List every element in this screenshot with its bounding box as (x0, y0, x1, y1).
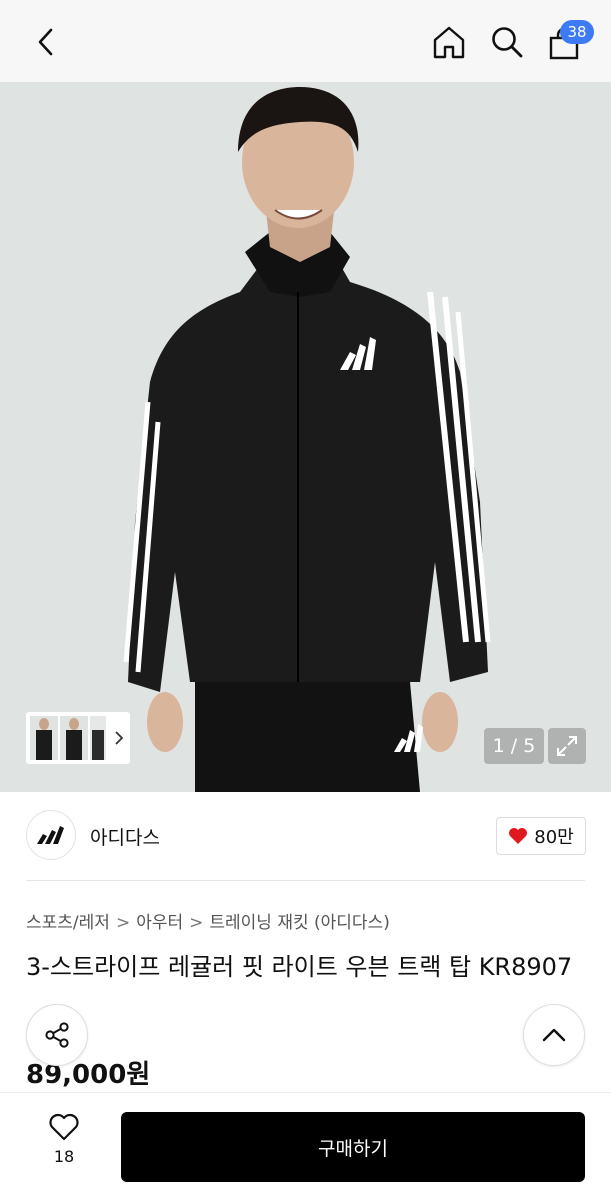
image-counter: 1 / 5 (484, 728, 544, 764)
share-button[interactable] (26, 1004, 88, 1066)
thumbnail-3[interactable] (90, 716, 106, 760)
brand-like-count: 80만 (534, 827, 574, 848)
cart-count-badge: 38 (560, 20, 594, 44)
brand-logo[interactable] (26, 810, 76, 860)
adidas-logo-icon (37, 826, 64, 844)
wish-count: 18 (53, 1147, 75, 1166)
breadcrumb-item[interactable]: 아우터 (136, 913, 183, 933)
back-button[interactable] (28, 22, 64, 62)
breadcrumb: 스포츠/레저 > 아우터 > 트레이닝 재킷 (아디다스) (26, 908, 390, 933)
chevron-right-icon (115, 731, 124, 745)
chevron-left-icon (38, 28, 53, 56)
product-photo (0, 82, 611, 792)
thumbnail-1[interactable] (30, 716, 58, 760)
chevron-up-icon (542, 1028, 566, 1042)
chevron-right-icon: > (115, 913, 131, 933)
thumbnail-2[interactable] (60, 716, 88, 760)
thumbnail-strip[interactable] (26, 712, 130, 764)
brand-like-button[interactable]: 80만 (496, 817, 586, 855)
share-icon (45, 1022, 69, 1048)
breadcrumb-item[interactable]: 트레이닝 재킷 (아디다스) (209, 913, 389, 933)
thumbnail-next-button[interactable] (110, 726, 128, 750)
home-button[interactable] (428, 22, 470, 62)
expand-image-button[interactable] (548, 728, 586, 764)
search-button[interactable] (486, 22, 528, 62)
scroll-top-button[interactable] (523, 1004, 585, 1066)
heart-filled-icon (509, 828, 528, 844)
top-app-bar: 38 (0, 0, 611, 82)
product-title: 3-스트라이프 레귤러 핏 라이트 우븐 트랙 탑 KR8907 (26, 953, 573, 981)
divider (26, 880, 585, 881)
breadcrumb-item[interactable]: 스포츠/레저 (26, 913, 110, 933)
brand-row: 아디다스 80만 (0, 792, 611, 880)
wish-button[interactable]: 18 (38, 1113, 90, 1166)
search-icon (492, 27, 523, 58)
home-icon (433, 26, 465, 59)
expand-icon (557, 736, 577, 756)
brand-name[interactable]: 아디다스 (90, 823, 160, 850)
buy-button[interactable]: 구매하기 (121, 1112, 585, 1182)
chevron-right-icon: > (189, 913, 204, 933)
bottom-action-bar: 18 구매하기 (0, 1092, 611, 1201)
product-image[interactable] (0, 82, 611, 792)
heart-outline-icon (49, 1113, 79, 1141)
